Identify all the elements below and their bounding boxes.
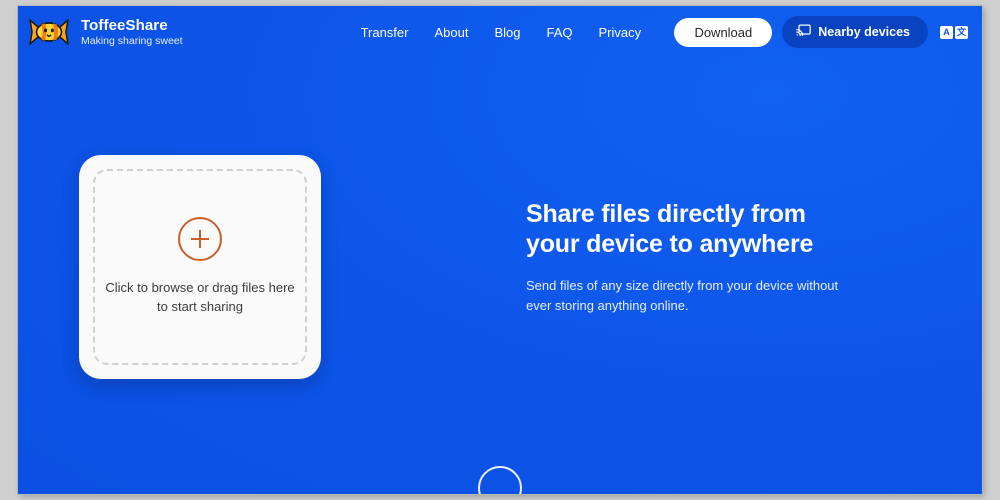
- plus-circle-icon: [178, 217, 222, 262]
- file-dropzone-label: Click to browse or drag files here to st…: [105, 280, 295, 314]
- header-actions: Download Nearby devices A 文: [674, 16, 970, 48]
- hero-subtext: Send files of any size directly from you…: [526, 278, 839, 313]
- brand[interactable]: ToffeeShare Making sharing sweet: [26, 15, 183, 49]
- main-navigation: Transfer About Blog FAQ Privacy: [361, 25, 642, 40]
- browser-viewport: ToffeeShare Making sharing sweet Transfe…: [18, 6, 982, 494]
- nav-item-transfer[interactable]: Transfer: [361, 25, 409, 40]
- translate-cjk-glyph: 文: [955, 25, 968, 39]
- nav-item-blog[interactable]: Blog: [494, 25, 520, 40]
- brand-name: ToffeeShare: [81, 16, 168, 34]
- translate-latin-glyph: A: [940, 25, 953, 39]
- brand-text: ToffeeShare Making sharing sweet: [81, 18, 183, 47]
- nearby-devices-label: Nearby devices: [818, 24, 910, 39]
- nav-item-privacy[interactable]: Privacy: [599, 25, 642, 40]
- hero-headline: Share files directly from your device to…: [526, 200, 814, 258]
- nav-item-faq[interactable]: FAQ: [547, 25, 573, 40]
- scroll-down-circle-icon[interactable]: [478, 466, 522, 494]
- nav-item-about[interactable]: About: [434, 25, 468, 40]
- translate-icon[interactable]: A 文: [938, 24, 970, 41]
- file-dropzone-inner: Click to browse or drag files here to st…: [93, 169, 307, 365]
- hero-copy: Share files directly from your device to…: [526, 200, 926, 315]
- file-dropzone[interactable]: Click to browse or drag files here to st…: [79, 155, 321, 379]
- download-button[interactable]: Download: [674, 17, 773, 47]
- cast-icon: [796, 24, 812, 40]
- nearby-devices-button[interactable]: Nearby devices: [782, 16, 928, 48]
- hero-section: Click to browse or drag files here to st…: [18, 58, 982, 494]
- candy-icon: [26, 15, 72, 49]
- site-header: ToffeeShare Making sharing sweet Transfe…: [18, 6, 982, 58]
- brand-tagline: Making sharing sweet: [81, 34, 183, 47]
